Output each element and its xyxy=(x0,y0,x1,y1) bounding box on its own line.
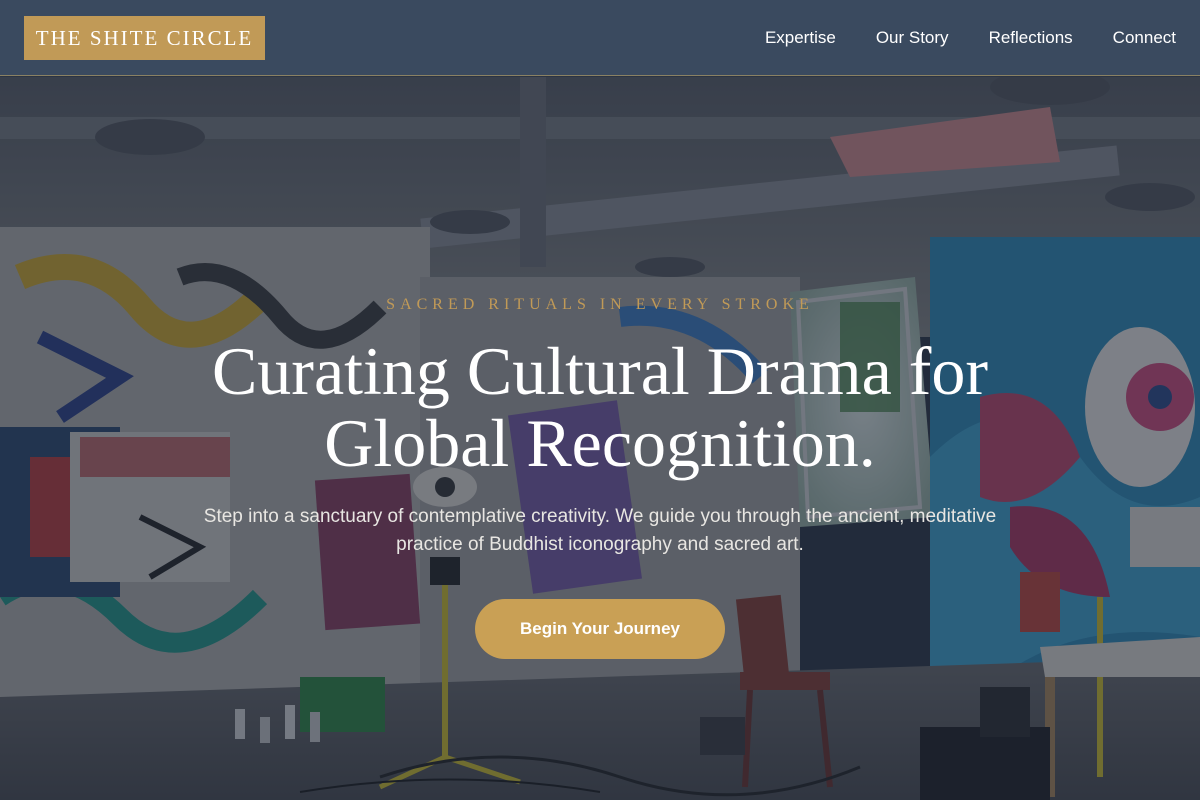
nav-link-expertise[interactable]: Expertise xyxy=(765,28,836,48)
site-header: THE SHITE CIRCLE Expertise Our Story Ref… xyxy=(0,0,1200,76)
nav-link-our-story[interactable]: Our Story xyxy=(876,28,949,48)
hero-subtext: Step into a sanctuary of contemplative c… xyxy=(203,506,997,555)
logo-text: THE SHITE CIRCLE xyxy=(35,25,254,50)
main-nav: Expertise Our Story Reflections Connect xyxy=(765,0,1176,76)
hero-headline: Curating Cultural Drama for Global Recog… xyxy=(100,335,1100,479)
begin-journey-label: Begin Your Journey xyxy=(520,619,680,638)
nav-link-connect[interactable]: Connect xyxy=(1113,28,1176,48)
hero-headline-line-1: Curating Cultural Drama for xyxy=(211,333,989,409)
hero-eyebrow: SACRED RITUALS IN EVERY STROKE xyxy=(386,296,814,313)
hero-headline-line-2: Global Recognition. xyxy=(324,405,876,481)
landing-page: THE SHITE CIRCLE Expertise Our Story Ref… xyxy=(0,0,1200,800)
begin-journey-button[interactable]: Begin Your Journey xyxy=(475,599,725,659)
hero-content: SACRED RITUALS IN EVERY STROKE Curating … xyxy=(0,77,1200,800)
site-logo[interactable]: THE SHITE CIRCLE xyxy=(24,16,265,60)
nav-link-reflections[interactable]: Reflections xyxy=(989,28,1073,48)
hero-section: SACRED RITUALS IN EVERY STROKE Curating … xyxy=(0,77,1200,800)
